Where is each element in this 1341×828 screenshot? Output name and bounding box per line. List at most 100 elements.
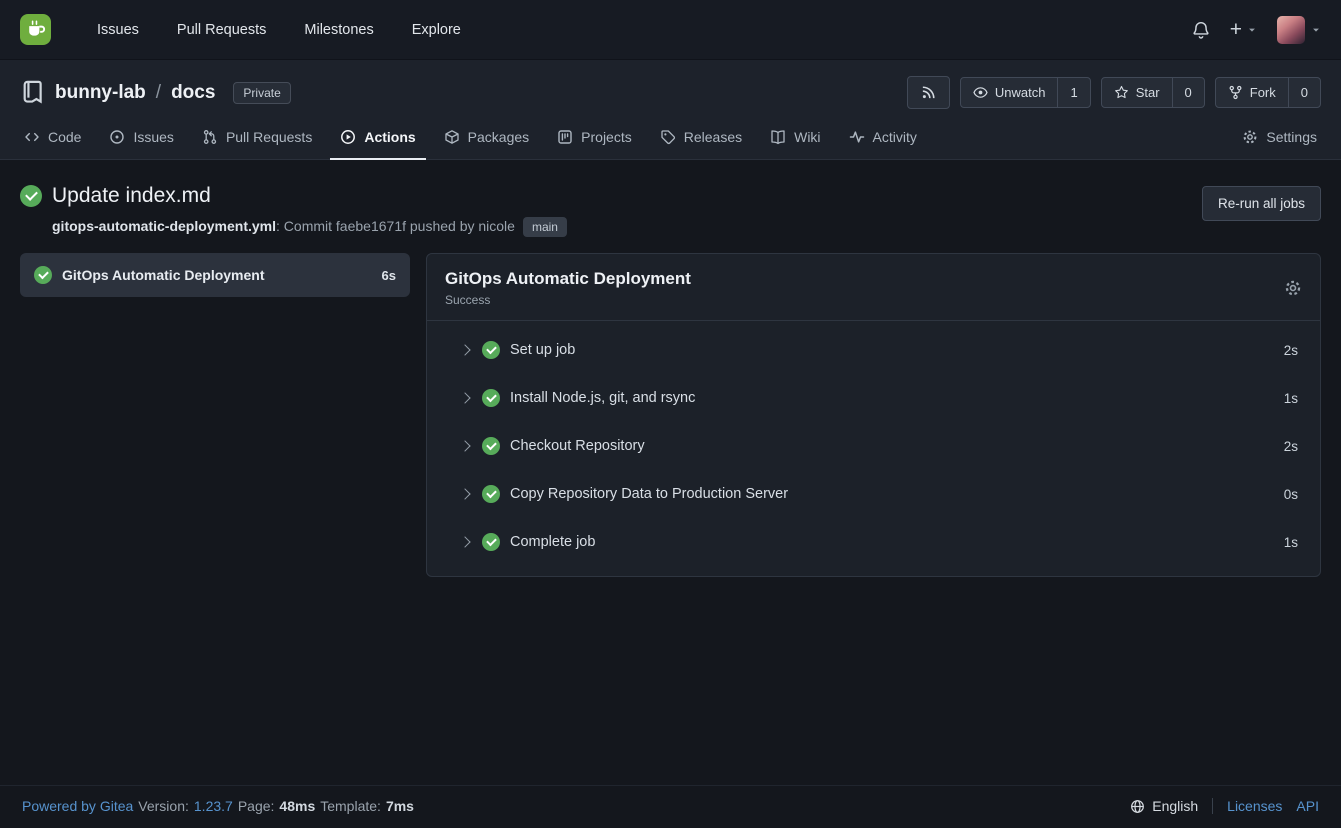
issue-circle-icon — [109, 129, 125, 145]
star-button[interactable]: Star — [1102, 78, 1172, 107]
run-body: GitOps Automatic Deployment 6s GitOps Au… — [0, 251, 1341, 577]
tab-packages[interactable]: Packages — [434, 117, 539, 160]
pulse-icon — [849, 129, 865, 145]
tab-label: Activity — [873, 129, 917, 145]
step-duration: 1s — [1284, 535, 1298, 550]
tab-label: Projects — [581, 129, 632, 145]
play-circle-icon — [340, 129, 356, 145]
repository-icon — [20, 80, 45, 105]
page-time-label: Page: — [238, 798, 275, 814]
rss-button[interactable] — [907, 76, 950, 109]
chevron-right-icon[interactable] — [459, 440, 470, 451]
watch-button-group: Unwatch 1 — [960, 77, 1091, 108]
nav-pull-requests[interactable]: Pull Requests — [177, 22, 266, 38]
repo-owner-link[interactable]: bunny-lab — [55, 82, 146, 104]
tab-code[interactable]: Code — [14, 117, 91, 160]
step-row[interactable]: Set up job 2s — [427, 326, 1320, 374]
chevron-right-icon[interactable] — [459, 344, 470, 355]
step-success-icon — [482, 533, 500, 551]
private-badge: Private — [233, 82, 290, 104]
language-label: English — [1152, 798, 1198, 814]
job-list-item[interactable]: GitOps Automatic Deployment 6s — [20, 253, 410, 297]
tab-releases[interactable]: Releases — [650, 117, 752, 160]
step-row[interactable]: Install Node.js, git, and rsync 1s — [427, 374, 1320, 422]
tab-issues[interactable]: Issues — [99, 117, 183, 160]
job-status: Success — [445, 293, 691, 307]
repo-title: bunny-lab / docs Private — [20, 80, 291, 105]
globe-icon — [1130, 799, 1145, 814]
tab-settings[interactable]: Settings — [1232, 117, 1327, 160]
version-link[interactable]: 1.23.7 — [194, 798, 233, 814]
powered-by-gitea-link[interactable]: Powered by Gitea — [22, 798, 133, 814]
tab-label: Settings — [1266, 129, 1317, 145]
tab-projects[interactable]: Projects — [547, 117, 642, 160]
nav-issues[interactable]: Issues — [97, 22, 139, 38]
gear-icon — [1284, 279, 1302, 297]
step-row[interactable]: Copy Repository Data to Production Serve… — [427, 470, 1320, 518]
fork-button[interactable]: Fork — [1216, 78, 1288, 107]
chevron-right-icon[interactable] — [459, 392, 470, 403]
language-selector[interactable]: English — [1130, 798, 1198, 814]
tab-label: Packages — [468, 129, 529, 145]
job-options-button[interactable] — [1284, 279, 1302, 297]
page-footer: Powered by Gitea Version: 1.23.7 Page: 4… — [0, 785, 1341, 828]
api-link[interactable]: API — [1296, 798, 1319, 814]
gitea-logo[interactable] — [20, 14, 51, 45]
step-duration: 2s — [1284, 439, 1298, 454]
watch-count[interactable]: 1 — [1057, 78, 1089, 107]
user-menu[interactable] — [1277, 16, 1321, 44]
navbar-links: Issues Pull Requests Milestones Explore — [97, 22, 461, 38]
step-row[interactable]: Checkout Repository 2s — [427, 422, 1320, 470]
repo-name-link[interactable]: docs — [171, 82, 215, 104]
create-new-button[interactable]: + — [1230, 19, 1257, 40]
unwatch-button[interactable]: Unwatch — [961, 78, 1058, 107]
pull-request-icon — [202, 129, 218, 145]
top-navbar: Issues Pull Requests Milestones Explore … — [0, 0, 1341, 60]
nav-milestones[interactable]: Milestones — [304, 22, 373, 38]
run-info: Update index.md gitops-automatic-deploym… — [20, 184, 567, 237]
tab-label: Wiki — [794, 129, 820, 145]
star-button-group: Star 0 — [1101, 77, 1205, 108]
gitea-cup-icon — [20, 14, 51, 45]
licenses-link[interactable]: Licenses — [1227, 798, 1282, 814]
run-success-icon — [20, 185, 42, 207]
step-name: Set up job — [510, 342, 575, 358]
job-detail-header: GitOps Automatic Deployment Success — [427, 254, 1320, 321]
tab-pull-requests[interactable]: Pull Requests — [192, 117, 322, 160]
branch-badge[interactable]: main — [523, 217, 567, 237]
star-label: Star — [1136, 85, 1160, 100]
tab-wiki[interactable]: Wiki — [760, 117, 830, 160]
workflow-file-name: gitops-automatic-deployment.yml — [52, 218, 276, 234]
fork-count[interactable]: 0 — [1288, 78, 1320, 107]
tab-label: Pull Requests — [226, 129, 312, 145]
step-duration: 1s — [1284, 391, 1298, 406]
chevron-right-icon[interactable] — [459, 488, 470, 499]
bell-icon — [1192, 21, 1210, 39]
navbar-right: + — [1192, 16, 1321, 44]
job-detail-title: GitOps Automatic Deployment — [445, 269, 691, 289]
job-detail-panel: GitOps Automatic Deployment Success Set … — [426, 253, 1321, 577]
tab-activity[interactable]: Activity — [839, 117, 927, 160]
job-success-icon — [34, 266, 52, 284]
jobs-sidebar: GitOps Automatic Deployment 6s — [20, 253, 410, 297]
repo-header: bunny-lab / docs Private Unwatch 1 — [0, 60, 1341, 117]
star-count[interactable]: 0 — [1172, 78, 1204, 107]
step-row[interactable]: Complete job 1s — [427, 518, 1320, 566]
git-fork-icon — [1228, 85, 1243, 100]
step-success-icon — [482, 341, 500, 359]
eye-icon — [973, 85, 988, 100]
step-success-icon — [482, 485, 500, 503]
code-icon — [24, 129, 40, 145]
unwatch-label: Unwatch — [995, 85, 1046, 100]
run-header: Update index.md gitops-automatic-deploym… — [0, 160, 1341, 251]
rerun-all-jobs-button[interactable]: Re-run all jobs — [1202, 186, 1321, 221]
nav-explore[interactable]: Explore — [412, 22, 461, 38]
star-icon — [1114, 85, 1129, 100]
tab-label: Issues — [133, 129, 173, 145]
notifications-button[interactable] — [1192, 21, 1210, 39]
chevron-right-icon[interactable] — [459, 536, 470, 547]
tab-actions[interactable]: Actions — [330, 117, 425, 160]
step-success-icon — [482, 437, 500, 455]
version-label: Version: — [138, 798, 189, 814]
footer-divider — [1212, 798, 1213, 814]
